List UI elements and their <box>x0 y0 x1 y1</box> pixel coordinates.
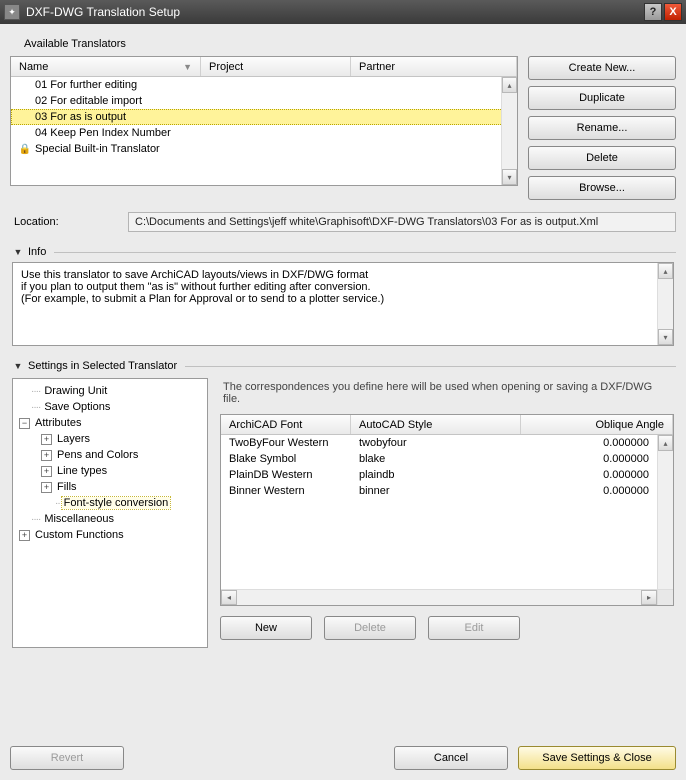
available-label: Available Translators <box>24 38 672 50</box>
table-row[interactable]: PlainDB Westernplaindb0.000000 <box>221 467 673 483</box>
browse-button[interactable]: Browse... <box>528 176 676 200</box>
table-row[interactable]: TwoByFour Westerntwobyfour0.000000 <box>221 435 673 451</box>
info-scrollbar[interactable]: ▴ ▾ <box>657 263 673 345</box>
create-new-button[interactable]: Create New... <box>528 56 676 80</box>
collapse-icon: ▼ <box>12 247 24 257</box>
expand-icon[interactable]: + <box>41 450 52 461</box>
list-item[interactable]: 04 Keep Pen Index Number <box>11 125 517 141</box>
delete-font-button[interactable]: Delete <box>324 616 416 640</box>
tree-item-attributes[interactable]: −Attributes <box>15 415 205 431</box>
lock-icon: 🔒 <box>19 144 31 155</box>
col-partner[interactable]: Partner <box>351 57 517 76</box>
list-item[interactable]: 01 For further editing <box>11 77 517 93</box>
expand-icon[interactable]: + <box>41 434 52 445</box>
expand-icon[interactable]: + <box>41 466 52 477</box>
collapse-icon[interactable]: − <box>19 418 30 429</box>
delete-button[interactable]: Delete <box>528 146 676 170</box>
list-scrollbar[interactable]: ▴ ▾ <box>501 77 517 185</box>
location-label: Location: <box>10 216 118 228</box>
tree-item-fontstyle[interactable]: ··Font-style conversion <box>15 495 205 511</box>
col-oblique-angle[interactable]: Oblique Angle <box>521 415 673 434</box>
col-autocad-style[interactable]: AutoCAD Style <box>351 415 521 434</box>
scroll-left-icon[interactable]: ◂ <box>221 590 237 605</box>
translators-header[interactable]: Name▼ Project Partner <box>11 57 517 77</box>
info-text: Use this translator to save ArchiCAD lay… <box>12 262 674 346</box>
help-button[interactable]: ? <box>644 3 662 21</box>
font-vscroll[interactable]: ▴ ▾ <box>657 435 673 605</box>
font-table-header[interactable]: ArchiCAD Font AutoCAD Style Oblique Angl… <box>221 415 673 435</box>
close-button[interactable]: X <box>664 3 682 21</box>
tree-item-save-options[interactable]: ····Save Options <box>15 399 205 415</box>
tree-item-fills[interactable]: +Fills <box>15 479 205 495</box>
collapse-icon: ▼ <box>12 361 24 371</box>
scroll-down-icon[interactable]: ▾ <box>658 329 673 345</box>
save-close-button[interactable]: Save Settings & Close <box>518 746 676 770</box>
tree-item-drawing-unit[interactable]: ····Drawing Unit <box>15 383 205 399</box>
expand-icon[interactable]: + <box>41 482 52 493</box>
tree-item-pens[interactable]: +Pens and Colors <box>15 447 205 463</box>
translators-list[interactable]: Name▼ Project Partner 01 For further edi… <box>10 56 518 186</box>
tree-item-linetypes[interactable]: +Line types <box>15 463 205 479</box>
new-font-button[interactable]: New <box>220 616 312 640</box>
location-field: C:\Documents and Settings\jeff white\Gra… <box>128 212 676 232</box>
scroll-up-icon[interactable]: ▴ <box>658 263 673 279</box>
font-hscroll[interactable]: ◂ ▸ <box>221 589 657 605</box>
scroll-up-icon[interactable]: ▴ <box>502 77 517 93</box>
edit-font-button[interactable]: Edit <box>428 616 520 640</box>
tree-item-custom[interactable]: +Custom Functions <box>15 527 205 543</box>
sort-arrow-icon: ▼ <box>183 62 192 72</box>
font-table[interactable]: ArchiCAD Font AutoCAD Style Oblique Angl… <box>220 414 674 606</box>
col-name[interactable]: Name▼ <box>11 57 201 76</box>
scroll-corner <box>657 589 673 605</box>
tree-item-layers[interactable]: +Layers <box>15 431 205 447</box>
duplicate-button[interactable]: Duplicate <box>528 86 676 110</box>
settings-header[interactable]: ▼ Settings in Selected Translator <box>10 360 676 372</box>
scroll-right-icon[interactable]: ▸ <box>641 590 657 605</box>
app-icon: ✦ <box>4 4 20 20</box>
revert-button[interactable]: Revert <box>10 746 124 770</box>
table-row[interactable]: Blake Symbolblake0.000000 <box>221 451 673 467</box>
rename-button[interactable]: Rename... <box>528 116 676 140</box>
col-project[interactable]: Project <box>201 57 351 76</box>
window-title: DXF-DWG Translation Setup <box>26 5 642 19</box>
expand-icon[interactable]: + <box>19 530 30 541</box>
scroll-up-icon[interactable]: ▴ <box>658 435 673 451</box>
list-item[interactable]: 02 For editable import <box>11 93 517 109</box>
table-row[interactable]: Binner Westernbinner0.000000 <box>221 483 673 499</box>
info-header[interactable]: ▼ Info <box>10 246 676 258</box>
scroll-down-icon[interactable]: ▾ <box>502 169 517 185</box>
col-archicad-font[interactable]: ArchiCAD Font <box>221 415 351 434</box>
settings-tree[interactable]: ····Drawing Unit ····Save Options −Attri… <box>12 378 208 648</box>
list-item[interactable]: 03 For as is output <box>11 109 517 125</box>
list-item[interactable]: 🔒Special Built-in Translator <box>11 141 517 157</box>
cancel-button[interactable]: Cancel <box>394 746 508 770</box>
settings-description: The correspondences you define here will… <box>220 378 674 414</box>
tree-item-misc[interactable]: ····Miscellaneous <box>15 511 205 527</box>
